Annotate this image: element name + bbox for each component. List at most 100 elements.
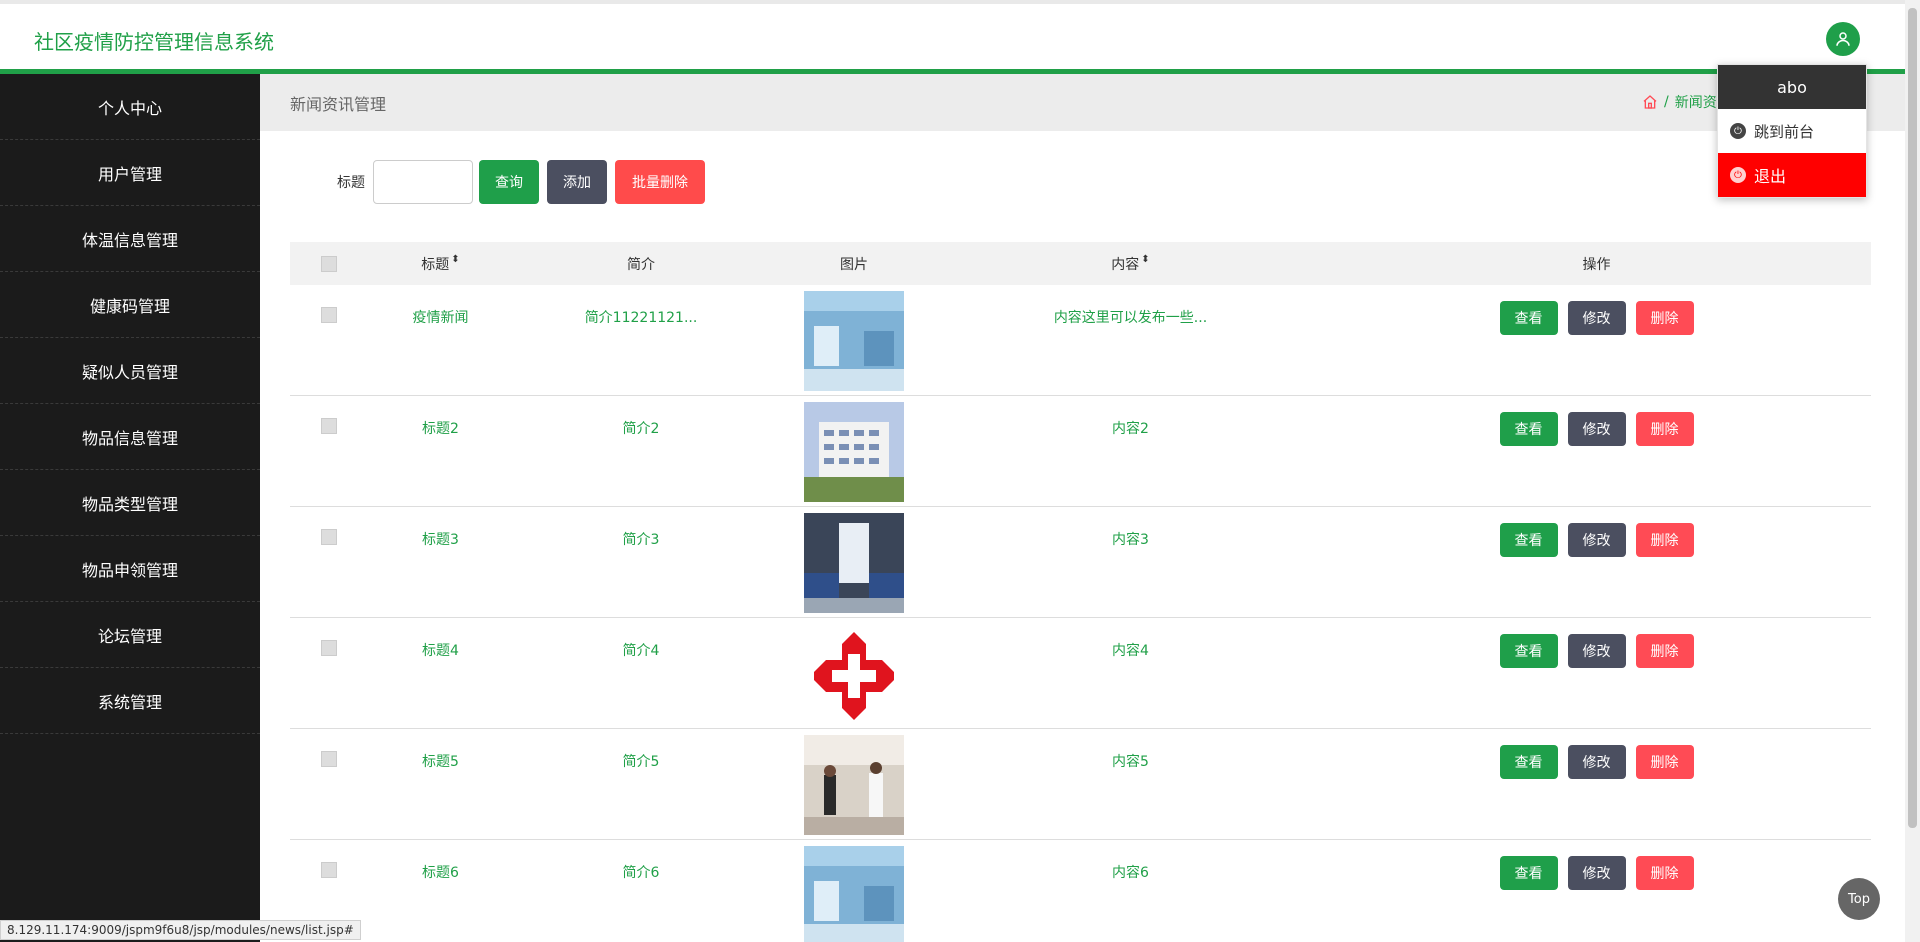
row-title: 标题6	[422, 865, 459, 881]
row-title: 标题2	[422, 421, 459, 437]
row-intro: 简介2	[622, 421, 660, 437]
home-icon[interactable]	[1642, 94, 1658, 110]
edit-button[interactable]: 修改	[1567, 856, 1626, 890]
edit-button[interactable]: 修改	[1567, 745, 1626, 779]
search-button[interactable]: 查询	[479, 160, 539, 204]
search-label: 标题	[337, 175, 365, 191]
row-content: 内容4	[1112, 643, 1149, 659]
add-button[interactable]: 添加	[547, 160, 607, 204]
delete-button[interactable]: 删除	[1635, 301, 1694, 335]
view-button[interactable]: 查看	[1499, 301, 1558, 335]
column-header-content[interactable]: 内容 ⬍	[939, 254, 1322, 274]
logout-menu-item[interactable]: ⏻ 退出	[1718, 153, 1866, 197]
column-header-ops: 操作	[1582, 256, 1611, 273]
row-checkbox[interactable]	[321, 418, 337, 434]
table-row: 标题2 简介2 内容2 查看 修改 删除	[290, 396, 1871, 507]
batch-delete-button[interactable]: 批量删除	[615, 160, 705, 204]
sidebar-item-user-management[interactable]: 用户管理	[0, 140, 260, 206]
delete-button[interactable]: 删除	[1635, 634, 1694, 668]
edit-button[interactable]: 修改	[1567, 523, 1626, 557]
edit-button[interactable]: 修改	[1567, 412, 1626, 446]
delete-button[interactable]: 删除	[1635, 856, 1694, 890]
sidebar: 个人中心 用户管理 体温信息管理 健康码管理 疑似人员管理 物品信息管理 物品类…	[0, 74, 260, 942]
table-header: 标题 ⬍ 简介 图片 内容 ⬍ 操作	[290, 242, 1871, 285]
user-dropdown-menu: abo ⏻ 跳到前台 ⏻ 退出	[1717, 64, 1867, 198]
row-checkbox[interactable]	[321, 862, 337, 878]
sidebar-item-goods-info-management[interactable]: 物品信息管理	[0, 404, 260, 470]
sidebar-item-goods-apply-management[interactable]: 物品申领管理	[0, 536, 260, 602]
dropdown-username: abo	[1718, 65, 1866, 109]
user-avatar-button[interactable]	[1826, 22, 1860, 56]
row-intro: 简介11221121...	[584, 310, 698, 326]
page-title: 新闻资讯管理	[290, 95, 387, 114]
row-content: 内容3	[1112, 532, 1149, 548]
row-title: 标题5	[422, 754, 459, 770]
back-to-top-button[interactable]: Top	[1838, 878, 1880, 920]
breadcrumb: / 新闻资	[1642, 92, 1717, 112]
view-button[interactable]: 查看	[1499, 745, 1558, 779]
sidebar-item-temperature-management[interactable]: 体温信息管理	[0, 206, 260, 272]
row-image	[804, 735, 904, 835]
row-content: 内容这里可以发布一些...	[1053, 310, 1208, 326]
row-intro: 简介6	[622, 865, 660, 881]
row-checkbox[interactable]	[321, 751, 337, 767]
header: 社区疫情防控管理信息系统	[0, 0, 1905, 74]
power-icon: ⏻	[1730, 123, 1746, 139]
table-row: 标题5 简介5 内容5 查看 修改 删除	[290, 729, 1871, 840]
row-title: 标题4	[422, 643, 459, 659]
row-intro: 简介3	[622, 532, 660, 548]
vertical-scrollbar[interactable]	[1905, 0, 1920, 942]
app-title: 社区疫情防控管理信息系统	[34, 30, 274, 54]
row-checkbox[interactable]	[321, 640, 337, 656]
delete-button[interactable]: 删除	[1635, 523, 1694, 557]
sort-icon: ⬍	[451, 253, 460, 265]
column-header-intro: 简介	[627, 256, 655, 273]
row-content: 内容5	[1112, 754, 1149, 770]
table-row: 疫情新闻 简介11221121... 内容这里可以发布一些... 查看 修改 删…	[290, 285, 1871, 396]
view-button[interactable]: 查看	[1499, 412, 1558, 446]
to-front-menu-item[interactable]: ⏻ 跳到前台	[1718, 109, 1866, 153]
row-intro: 简介5	[622, 754, 660, 770]
edit-button[interactable]: 修改	[1567, 301, 1626, 335]
breadcrumb-current[interactable]: 新闻资	[1675, 92, 1717, 112]
column-header-image: 图片	[840, 256, 868, 273]
row-image	[804, 291, 904, 391]
delete-button[interactable]: 删除	[1635, 412, 1694, 446]
search-bar: 标题 查询 添加 批量删除	[290, 160, 705, 204]
table-row: 标题3 简介3 内容3 查看 修改 删除	[290, 507, 1871, 618]
row-image	[804, 402, 904, 502]
edit-button[interactable]: 修改	[1567, 634, 1626, 668]
row-title: 疫情新闻	[412, 310, 469, 326]
row-content: 内容2	[1112, 421, 1149, 437]
sort-icon: ⬍	[1141, 253, 1150, 265]
sidebar-item-suspect-management[interactable]: 疑似人员管理	[0, 338, 260, 404]
row-title: 标题3	[422, 532, 459, 548]
row-intro: 简介4	[622, 643, 660, 659]
breadcrumb-bar: 新闻资讯管理 / 新闻资	[260, 74, 1905, 131]
row-image	[804, 513, 904, 613]
view-button[interactable]: 查看	[1499, 634, 1558, 668]
delete-button[interactable]: 删除	[1635, 745, 1694, 779]
row-checkbox[interactable]	[321, 529, 337, 545]
sidebar-item-system-management[interactable]: 系统管理	[0, 668, 260, 734]
sidebar-item-forum-management[interactable]: 论坛管理	[0, 602, 260, 668]
view-button[interactable]: 查看	[1499, 523, 1558, 557]
sidebar-item-health-code-management[interactable]: 健康码管理	[0, 272, 260, 338]
user-icon	[1836, 32, 1850, 46]
column-header-title[interactable]: 标题 ⬍	[368, 254, 513, 274]
row-image	[804, 846, 904, 942]
table-row: 标题4 简介4 内容4 查看 修改 删除	[290, 618, 1871, 729]
sidebar-item-personal-center[interactable]: 个人中心	[0, 74, 260, 140]
view-button[interactable]: 查看	[1499, 856, 1558, 890]
row-image	[804, 624, 904, 724]
scrollbar-thumb[interactable]	[1908, 8, 1917, 828]
select-all-checkbox[interactable]	[321, 255, 337, 272]
row-content: 内容6	[1112, 865, 1149, 881]
power-icon: ⏻	[1730, 167, 1746, 183]
table-row: 标题6 简介6 内容6 查看 修改 删除	[290, 840, 1871, 942]
title-search-input[interactable]	[373, 160, 473, 204]
sidebar-item-goods-type-management[interactable]: 物品类型管理	[0, 470, 260, 536]
status-bar-url: 8.129.11.174:9009/jspm9f6u8/jsp/modules/…	[0, 920, 361, 940]
breadcrumb-separator: /	[1664, 94, 1669, 110]
row-checkbox[interactable]	[321, 307, 337, 323]
